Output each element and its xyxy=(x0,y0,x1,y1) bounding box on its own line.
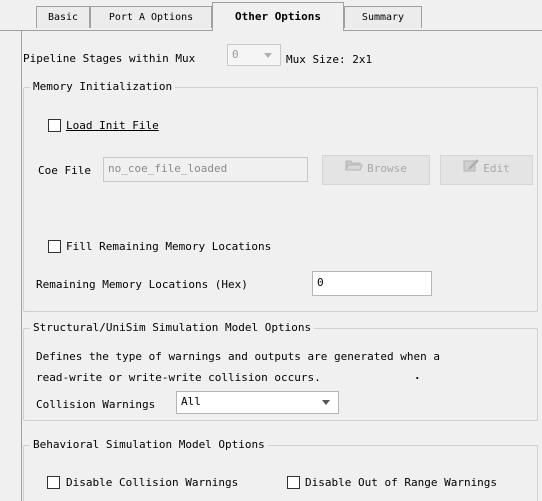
collision-warnings-label: Collision Warnings xyxy=(36,398,156,411)
folder-open-icon xyxy=(345,156,363,182)
pipeline-stages-value: 0 xyxy=(232,48,239,61)
other-options-panel: Basic Port A Options Other Options Summa… xyxy=(0,0,542,501)
disable-collision-warnings-checkbox[interactable] xyxy=(47,476,60,489)
tab-basic[interactable]: Basic xyxy=(36,6,90,28)
mux-size-label: Mux Size: 2x1 xyxy=(286,53,373,66)
disable-out-of-range-checkbox[interactable] xyxy=(287,476,300,489)
remaining-locations-field[interactable]: 0 xyxy=(312,271,432,296)
collision-warnings-select[interactable]: All xyxy=(176,391,339,414)
load-init-file-checkbox[interactable] xyxy=(48,119,61,132)
behavioral-simulation-group: Behavioral Simulation Model Options xyxy=(23,438,538,501)
coe-file-field[interactable]: no_coe_file_loaded xyxy=(103,157,308,182)
fill-remaining-label: Fill Remaining Memory Locations xyxy=(66,240,272,253)
collision-warnings-value: All xyxy=(181,395,201,408)
browse-button[interactable]: Browse xyxy=(322,155,430,185)
edit-label: Edit xyxy=(483,162,510,175)
load-init-file-label: Load Init File xyxy=(66,119,159,132)
tab-summary[interactable]: Summary xyxy=(344,6,422,28)
collision-description-line-1: Defines the type of warnings and outputs… xyxy=(36,350,440,363)
tab-other-options[interactable]: Other Options xyxy=(212,2,344,31)
fill-remaining-checkbox[interactable] xyxy=(48,240,61,253)
pipeline-stages-label: Pipeline Stages within Mux xyxy=(23,52,196,65)
pipeline-stages-select[interactable]: 0 xyxy=(227,44,281,66)
coe-file-label: Coe File xyxy=(38,164,91,177)
tab-bar: Basic Port A Options Other Options Summa… xyxy=(0,0,542,31)
disable-out-of-range-label: Disable Out of Range Warnings xyxy=(305,476,498,489)
disable-collision-warnings-label: Disable Collision Warnings xyxy=(66,476,239,489)
edit-icon xyxy=(463,156,479,182)
edit-button[interactable]: Edit xyxy=(440,155,533,185)
structural-simulation-legend: Structural/UniSim Simulation Model Optio… xyxy=(33,321,312,334)
tab-port-a-options[interactable]: Port A Options xyxy=(90,6,212,28)
stray-dot-mark: . xyxy=(414,369,421,382)
browse-label: Browse xyxy=(367,162,407,175)
behavioral-simulation-legend: Behavioral Simulation Model Options xyxy=(33,438,265,451)
chevron-down-icon xyxy=(264,53,272,58)
chevron-down-icon xyxy=(322,400,330,405)
remaining-locations-label: Remaining Memory Locations (Hex) xyxy=(36,278,248,291)
memory-initialization-legend: Memory Initialization xyxy=(33,80,173,93)
collision-description-line-2: read-write or write-write collision occu… xyxy=(36,371,321,384)
